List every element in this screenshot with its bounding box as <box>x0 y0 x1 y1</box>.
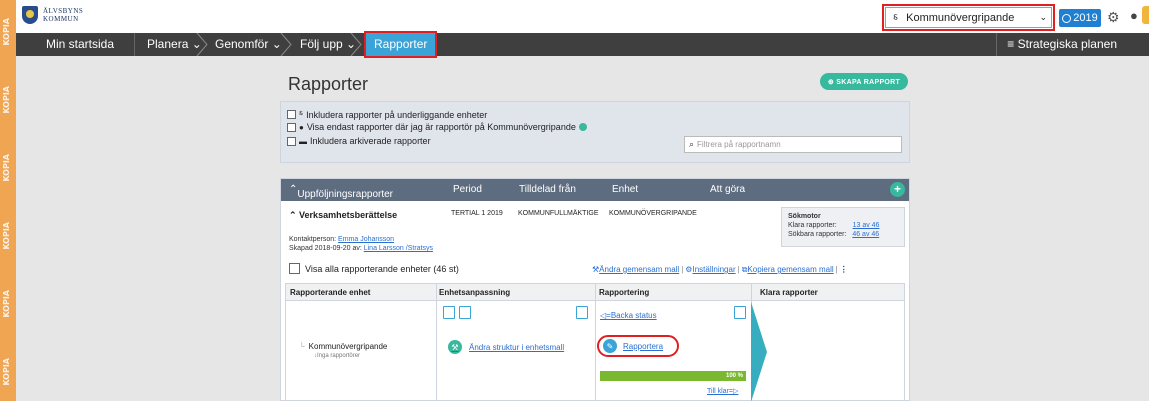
contact-link[interactable]: Emma Johansson <box>338 236 394 243</box>
column-divider <box>595 283 596 401</box>
preview-icon[interactable] <box>734 306 746 319</box>
hierarchy-icon: ⸹ <box>299 110 304 119</box>
top-bar: ÄLVSBYNS KOMMUN ⸹ Kommunövergripande ⌄ 2… <box>16 0 1149 33</box>
ready-reports-link[interactable]: 13 av 46 <box>853 222 880 229</box>
col-period: Period <box>453 184 482 195</box>
logo-text: ÄLVSBYNS KOMMUN <box>43 7 84 23</box>
checkbox[interactable] <box>289 263 300 274</box>
watermark-text: KOPIA <box>2 154 11 182</box>
notification-icon[interactable] <box>1142 6 1149 24</box>
copy-template-link[interactable]: Kopiera gemensam mall <box>747 265 833 274</box>
checkbox[interactable] <box>287 136 296 146</box>
report-assigned-from: KOMMUNFULLMÄKTIGE <box>518 210 599 217</box>
nav-item-min-startsida[interactable]: Min startsida <box>46 33 114 56</box>
nav-item-planera[interactable]: Planera ⌄ <box>147 33 202 56</box>
nav-item-rapporter[interactable]: Rapporter <box>363 31 438 58</box>
checkbox[interactable] <box>287 110 296 119</box>
watermark-strip: KOPIA KOPIA KOPIA KOPIA KOPIA KOPIA <box>0 0 16 401</box>
wrench-icon: ⚒ <box>448 340 462 354</box>
col-unit-adaptation: Enhetsanpassning <box>439 288 511 297</box>
report-period: TERTIAL 1 2019 <box>451 210 503 217</box>
reporting-unit-name: └ Kommunövergripande <box>299 342 388 351</box>
user-icon[interactable]: ● <box>1130 8 1138 23</box>
reports-panel: ⌃ Uppföljningsrapporter Period Tilldelad… <box>280 178 910 401</box>
template-actions: ⚒Ändra gemensam mall | ⚙Inställningar | ⧉Kop… <box>592 265 848 274</box>
report-button[interactable]: ✎ Rapportera <box>597 335 679 357</box>
filter-box: ⸹ Inkludera rapporter på underliggande e… <box>280 101 910 163</box>
search-engine-box: Sökmotor Klara rapporter: 13 av 46 Sökba… <box>781 207 905 247</box>
searchable-reports-link[interactable]: 46 av 46 <box>852 231 879 238</box>
col-reporting: Rapportering <box>599 288 650 297</box>
watermark-text: KOPIA <box>2 222 11 250</box>
filter-only-mine[interactable]: ● Visa endast rapporter där jag är rappo… <box>287 122 587 132</box>
nav-arrow-icon <box>350 33 362 56</box>
gears-icon[interactable]: ⚙ <box>1107 9 1120 26</box>
show-all-units[interactable]: Visa alla rapporterande enheter (46 st) <box>289 263 459 274</box>
col-reporting-unit: Rapporterande enhet <box>290 288 371 297</box>
unit-select[interactable]: ⸹ Kommunövergripande ⌄ <box>882 4 1055 31</box>
hierarchy-icon: ⸹ <box>893 13 899 25</box>
col-assigned-from: Tilldelad från <box>519 184 576 195</box>
to-ready-link[interactable]: Till klar=▷ <box>707 387 738 395</box>
column-divider <box>436 283 437 401</box>
more-icon[interactable]: ⋮ <box>840 265 848 274</box>
report-name[interactable]: ⌃ Verksamhetsberättelse <box>289 210 397 221</box>
document-icon[interactable] <box>443 306 455 319</box>
watermark-text: KOPIA <box>2 358 11 386</box>
folder-icon: ▬ <box>299 136 307 146</box>
report-contact: Kontaktperson: Emma Johansson Skapad 201… <box>289 236 433 252</box>
pencil-icon: ✎ <box>603 339 617 353</box>
nav-item-strategiska-planen[interactable]: ≡ Strategiska planen <box>996 33 1117 56</box>
checkbox[interactable] <box>287 122 296 132</box>
change-template-link[interactable]: Ändra gemensam mall <box>599 265 679 274</box>
year-label: 2019 <box>1073 12 1098 24</box>
watermark-text: KOPIA <box>2 290 11 318</box>
col-todo: Att göra <box>710 184 746 195</box>
progress-bar: 100 % <box>600 371 746 381</box>
preview-icon[interactable] <box>576 306 588 319</box>
col-unit: Enhet <box>612 184 639 195</box>
filter-include-sub[interactable]: ⸹ Inkludera rapporter på underliggande e… <box>287 109 487 120</box>
preview-icon[interactable] <box>459 306 471 319</box>
create-report-button[interactable]: ⊕ SKAPA RAPPORT <box>820 73 908 90</box>
nav-item-genomfor[interactable]: Genomför ⌄ <box>215 33 282 56</box>
change-structure-link[interactable]: ⚒ Ändra struktur i enhetsmall <box>448 340 564 354</box>
watermark-text: KOPIA <box>2 86 11 114</box>
year-button[interactable]: 2019 <box>1059 9 1101 27</box>
search-icon: ⌕ <box>689 139 695 149</box>
search-input[interactable]: ⌕ Filtrera på rapportnamn <box>684 136 902 153</box>
unit-select-value: Kommunövergripande <box>906 11 1015 24</box>
main-nav: Min startsida Planera ⌄ Genomför ⌄ Följ … <box>16 31 1149 58</box>
panel-title[interactable]: ⌃ Uppföljningsrapporter <box>289 184 393 200</box>
info-icon[interactable] <box>578 123 587 131</box>
nav-arrow-icon <box>280 33 292 56</box>
user-icon: ● <box>299 122 304 132</box>
reporters-info: ↓Inga rapportörer <box>314 353 361 359</box>
add-icon[interactable]: + <box>890 182 905 197</box>
chevron-down-icon: ⌄ <box>1039 12 1047 22</box>
page-title: Rapporter <box>288 74 369 94</box>
col-ready-reports: Klara rapporter <box>760 288 818 297</box>
back-status-link[interactable]: ◁=Backa status <box>600 311 657 320</box>
watermark-text: KOPIA <box>2 18 11 46</box>
settings-link[interactable]: Inställningar <box>692 265 735 274</box>
main-content: Rapporter ⊕ SKAPA RAPPORT ⸹ Inkludera ra… <box>280 56 918 401</box>
filter-include-archived[interactable]: ▬ Inkludera arkiverade rapporter <box>287 136 431 146</box>
nav-arrow-icon <box>196 33 208 56</box>
search-placeholder: Filtrera på rapportnamn <box>697 140 781 149</box>
nav-separator <box>134 33 135 56</box>
status-arrow <box>751 302 767 401</box>
progress-fill: 100 % <box>600 371 746 381</box>
logo-shield-icon <box>22 6 38 24</box>
nav-item-folj-upp[interactable]: Följ upp ⌄ <box>300 33 356 56</box>
logo[interactable]: ÄLVSBYNS KOMMUN <box>22 6 83 24</box>
clock-icon <box>1062 13 1072 23</box>
creator-link[interactable]: Lina Larsson /Stratsys <box>364 245 433 252</box>
panel-header: ⌃ Uppföljningsrapporter Period Tilldelad… <box>281 179 909 201</box>
report-unit: KOMMUNÖVERGRIPANDE <box>609 210 697 217</box>
